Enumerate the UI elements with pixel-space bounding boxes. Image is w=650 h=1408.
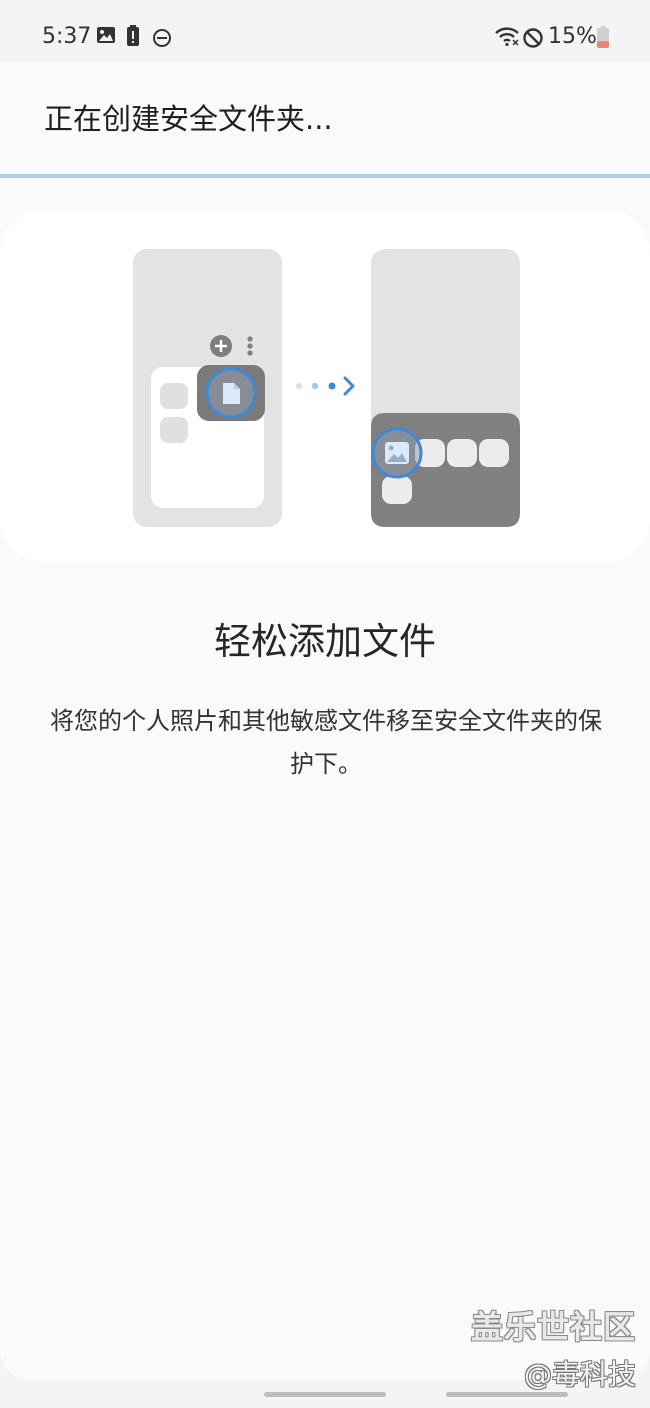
add-files-illustration xyxy=(133,249,520,527)
onboarding-description: 将您的个人照片和其他敏感文件移至安全文件夹的保护下。 xyxy=(50,707,602,778)
blocked-icon xyxy=(522,27,544,53)
alert-notification-icon xyxy=(126,25,140,51)
transfer-arrow-icon xyxy=(296,376,355,396)
navigation-bar xyxy=(0,1382,650,1408)
tile-placeholder xyxy=(479,439,509,467)
do-not-disturb-icon xyxy=(152,28,172,52)
status-time: 5:37 xyxy=(42,24,92,49)
page-title: 正在创建安全文件夹... xyxy=(44,102,333,136)
illustration-card xyxy=(0,210,650,562)
add-icon xyxy=(210,335,232,357)
onboarding-content: 轻松添加文件 将您的个人照片和其他敏感文件移至安全文件夹的保护下。 xyxy=(0,178,650,1380)
file-icon xyxy=(205,367,257,419)
tile-placeholder xyxy=(160,383,188,409)
gallery-notification-icon xyxy=(96,26,116,48)
app-bar: 正在创建安全文件夹... xyxy=(0,62,650,174)
battery-icon xyxy=(597,26,609,52)
gesture-handle[interactable] xyxy=(264,1392,386,1397)
watermark-community: 盖乐世社区 xyxy=(470,1308,636,1346)
tile-placeholder xyxy=(447,439,477,467)
tile-placeholder xyxy=(382,476,412,504)
tile-placeholder xyxy=(160,417,188,443)
status-bar: 5:37 15% xyxy=(0,0,650,62)
wifi-icon xyxy=(494,25,520,51)
image-icon xyxy=(371,427,423,479)
more-options-icon xyxy=(247,336,253,356)
battery-percent: 15% xyxy=(548,24,597,49)
gesture-hint[interactable] xyxy=(446,1392,568,1397)
onboarding-heading: 轻松添加文件 xyxy=(214,620,436,663)
